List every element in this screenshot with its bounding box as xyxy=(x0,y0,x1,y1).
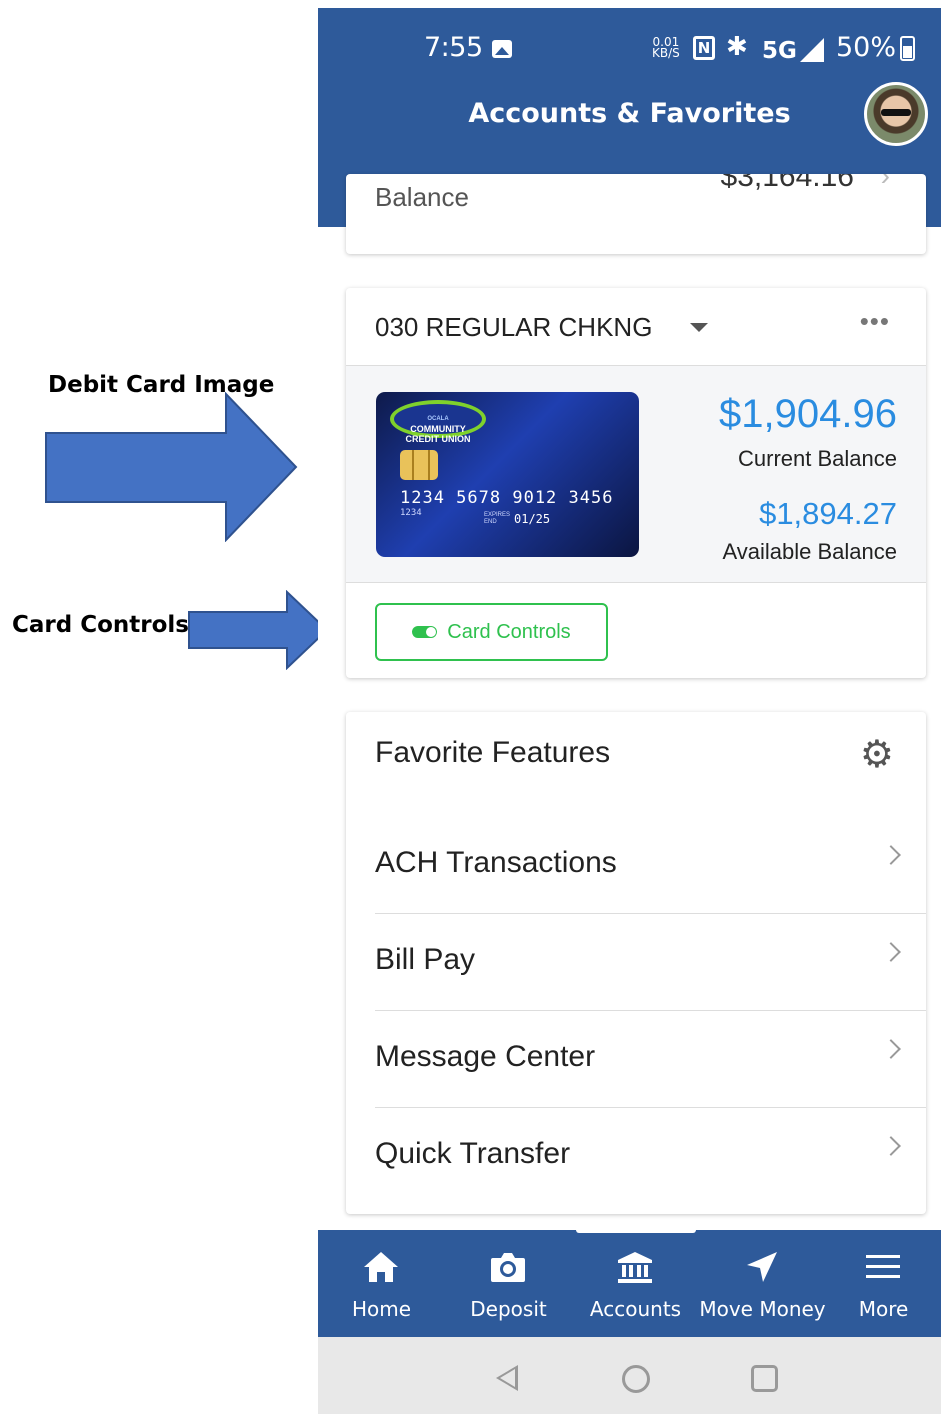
battery-icon xyxy=(900,36,915,61)
balance-value: $3,164.16 xyxy=(720,174,854,193)
available-balance-label: Available Balance xyxy=(722,539,898,564)
chevron-down-icon[interactable] xyxy=(690,323,708,332)
credit-union-logo: OCALA COMMUNITY CREDIT UNION xyxy=(390,400,486,444)
card-expires-label: EXPIRES END xyxy=(484,512,511,525)
tab-move-money[interactable]: Move Money xyxy=(699,1230,826,1337)
favorite-features-card: Favorite Features ⚙ ACH Transactions Bil… xyxy=(346,712,926,1214)
nfc-icon: N xyxy=(693,36,715,60)
network-type: 5G xyxy=(762,38,797,64)
recent-apps-icon[interactable] xyxy=(751,1365,778,1392)
page-title: Accounts & Favorites xyxy=(468,98,791,129)
bottom-tab-bar: Home Deposit Accounts Move Money More xyxy=(318,1227,941,1337)
available-balance-value: $1,894.27 xyxy=(759,496,897,531)
current-balance-value: $1,904.96 xyxy=(719,392,897,436)
chevron-right-icon xyxy=(881,942,901,962)
account-header[interactable]: 030 REGULAR CHKNG ••• xyxy=(346,288,926,366)
tab-home[interactable]: Home xyxy=(318,1230,445,1337)
bank-icon xyxy=(618,1252,652,1283)
toggle-icon xyxy=(412,626,438,638)
previous-account-card[interactable]: Balance $3,164.16 › xyxy=(346,174,926,254)
annotation-card-controls-label: Card Controls xyxy=(12,612,189,638)
status-time: 7:55 xyxy=(424,32,483,63)
bluetooth-icon: ✱ xyxy=(726,32,748,62)
card-number: 1234 5678 9012 3456 xyxy=(400,488,614,508)
card-chip-icon xyxy=(400,450,438,480)
list-item-label: Bill Pay xyxy=(375,943,476,976)
tab-accounts[interactable]: Accounts xyxy=(572,1230,699,1337)
list-item-label: ACH Transactions xyxy=(375,846,617,879)
favorite-features-title: Favorite Features xyxy=(375,736,611,769)
gear-icon[interactable]: ⚙ xyxy=(860,732,894,777)
annotation-arrow-debit-card xyxy=(45,392,298,542)
network-speed: 0.01 KB/S xyxy=(652,35,680,60)
favorite-item-bill-pay[interactable]: Bill Pay xyxy=(375,915,926,1011)
chevron-right-icon xyxy=(881,845,901,865)
menu-icon xyxy=(866,1255,900,1278)
card-number-small: 1234 xyxy=(400,508,422,518)
signal-icon xyxy=(800,38,824,62)
chevron-right-icon xyxy=(881,1136,901,1156)
favorite-item-ach-transactions[interactable]: ACH Transactions xyxy=(375,818,926,914)
system-home-icon[interactable] xyxy=(622,1365,650,1393)
card-controls-label: Card Controls xyxy=(447,620,571,643)
favorite-item-quick-transfer[interactable]: Quick Transfer xyxy=(375,1109,926,1205)
current-balance-label: Current Balance xyxy=(738,446,897,471)
account-card: 030 REGULAR CHKNG ••• OCALA COMMUNITY CR… xyxy=(346,288,926,678)
status-bar: 7:55 0.01 KB/S N ✱ 5G 50% xyxy=(318,8,941,92)
favorite-item-message-center[interactable]: Message Center xyxy=(375,1012,926,1108)
back-icon[interactable] xyxy=(496,1365,518,1391)
home-icon xyxy=(364,1252,398,1282)
avatar[interactable] xyxy=(864,82,928,146)
chevron-right-icon: › xyxy=(880,174,890,191)
send-icon xyxy=(747,1252,777,1282)
annotation-arrow-card-controls xyxy=(188,590,329,670)
account-name: 030 REGULAR CHKNG xyxy=(375,312,653,342)
system-navigation-bar xyxy=(318,1337,941,1414)
battery-percent: 50% xyxy=(836,32,897,63)
tab-more[interactable]: More xyxy=(826,1230,941,1337)
chevron-right-icon xyxy=(881,1039,901,1059)
card-expiry: 01/25 xyxy=(514,512,551,526)
card-controls-button[interactable]: Card Controls xyxy=(375,603,608,661)
tab-deposit[interactable]: Deposit xyxy=(445,1230,572,1337)
list-item-label: Quick Transfer xyxy=(375,1137,571,1170)
more-options-icon[interactable]: ••• xyxy=(860,306,890,337)
image-notification-icon xyxy=(492,40,512,58)
account-summary: OCALA COMMUNITY CREDIT UNION 1234 5678 9… xyxy=(346,366,926,583)
debit-card-image[interactable]: OCALA COMMUNITY CREDIT UNION 1234 5678 9… xyxy=(376,392,639,557)
balance-label: Balance xyxy=(375,182,469,212)
camera-icon xyxy=(491,1253,525,1282)
list-item-label: Message Center xyxy=(375,1040,596,1073)
phone-screen: 7:55 0.01 KB/S N ✱ 5G 50% Accounts & Favo… xyxy=(318,8,941,1414)
